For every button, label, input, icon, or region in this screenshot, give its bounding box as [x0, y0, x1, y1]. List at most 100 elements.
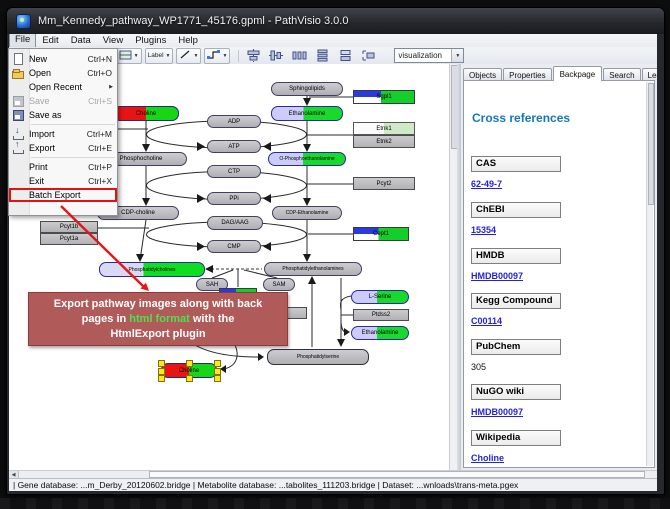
pathway-node-atp[interactable]: ATP: [207, 140, 261, 153]
menu-separator: [31, 124, 115, 125]
crossref-link-c00114[interactable]: C00114: [471, 316, 502, 326]
selection-handle[interactable]: [214, 368, 221, 375]
pathway-node-sgpl1[interactable]: Sgpl1: [353, 90, 415, 104]
crossref-link-62-49-7[interactable]: 62-49-7: [471, 179, 502, 189]
scrollbar-thumb[interactable]: [648, 83, 654, 205]
section-header: HMDB: [471, 248, 561, 264]
connector-tool-button[interactable]: ▼: [204, 48, 230, 64]
pathway-node-pcyt2[interactable]: Pcyt2: [353, 177, 415, 190]
gene-tool-button[interactable]: ▼: [116, 48, 142, 64]
menu-item-icon-empty: [12, 161, 25, 173]
pathway-node-ppi[interactable]: PPi: [207, 192, 261, 205]
selection-handle[interactable]: [214, 360, 221, 367]
pathway-node-adp[interactable]: ADP: [207, 115, 261, 128]
pathway-node-pcyt1b[interactable]: Pcyt1b: [40, 221, 98, 233]
align-middle-icon[interactable]: [267, 48, 286, 64]
line-tool-button[interactable]: ▼: [176, 48, 201, 64]
pathway-node-dag-aag[interactable]: DAG/AAG: [207, 216, 263, 230]
pathway-node-ptdss2[interactable]: Ptdss2: [353, 309, 409, 321]
file-menu-item-exit[interactable]: ExitCtrl+X: [9, 174, 117, 188]
menu-item-icon-empty: [12, 81, 25, 93]
pathway-node-ctp[interactable]: CTP: [207, 165, 261, 178]
distribute-vertical-icon[interactable]: [313, 48, 332, 64]
file-menu-item-save[interactable]: SaveCtrl+S: [9, 94, 117, 108]
window-title: Mm_Kennedy_pathway_WP1771_45176.gpml - P…: [38, 15, 348, 27]
file-menu-item-export[interactable]: ExportCtrl+E: [9, 141, 117, 155]
label-tool-button[interactable]: Label ▼: [145, 48, 174, 64]
pathway-node-ethanolamine[interactable]: Ethanolamine: [351, 326, 409, 340]
file-menu-item-save-as[interactable]: Save as: [9, 108, 117, 122]
align-center-icon[interactable]: [244, 48, 263, 64]
menubar-item-edit[interactable]: Edit: [36, 34, 64, 47]
file-menu-item-new[interactable]: NewCtrl+N: [9, 52, 117, 66]
chevron-down-icon[interactable]: ▼: [451, 49, 463, 62]
title-bar[interactable]: Mm_Kennedy_pathway_WP1771_45176.gpml - P…: [7, 8, 664, 34]
selection-handle[interactable]: [158, 360, 165, 367]
line-tool-icon: [179, 49, 191, 62]
pathway-node-etnk2[interactable]: Etnk2: [353, 135, 415, 148]
ungroup-icon[interactable]: [359, 48, 378, 64]
menubar-item-data[interactable]: Data: [65, 34, 97, 47]
pathway-node-phosphatidylserine[interactable]: Phosphatidylserine: [267, 349, 369, 365]
menubar-item-view[interactable]: View: [97, 34, 129, 47]
selection-handle[interactable]: [186, 360, 193, 367]
toolbar-separator: [238, 50, 239, 62]
pathway-node-choline[interactable]: Choline: [113, 106, 179, 121]
menu-item-label: Open: [29, 68, 87, 78]
submenu-arrow-icon: ▶: [109, 84, 113, 90]
pathway-node-cmp[interactable]: CMP: [207, 240, 261, 253]
file-menu-item-batch-export[interactable]: Batch Export: [9, 188, 117, 202]
scrollbar-thumb[interactable]: [149, 471, 645, 478]
chevron-down-icon[interactable]: ▼: [134, 53, 139, 59]
backpage-section-chebi: ChEBI 15354: [471, 202, 561, 238]
pathway-node-sam[interactable]: SAM: [263, 278, 295, 291]
file-menu-item-import[interactable]: ImportCtrl+M: [9, 127, 117, 141]
file-menu-item-open-recent[interactable]: Open Recent▶: [9, 80, 117, 94]
crossref-link-15354[interactable]: 15354: [471, 225, 496, 235]
pathway-node-pcyt1a[interactable]: Pcyt1a: [40, 233, 98, 245]
menu-item-label: Save as: [29, 110, 117, 120]
status-bar: | Gene database: ...m_Derby_20120602.bri…: [9, 478, 657, 491]
crossref-link-hmdb00097[interactable]: HMDB00097: [471, 271, 523, 281]
distribute-horizontal-icon[interactable]: [290, 48, 309, 64]
pathway-node-cept1[interactable]: Cept1: [353, 227, 409, 241]
chevron-down-icon[interactable]: ▼: [193, 53, 198, 59]
pathway-node-phosphatidylethanolamines[interactable]: Phosphatidylethanolamines: [264, 262, 362, 276]
desktop-edge: [0, 498, 670, 509]
selection-handle[interactable]: [186, 375, 193, 382]
menu-item-shortcut: Ctrl+O: [87, 68, 117, 78]
crossref-link-choline[interactable]: Choline: [471, 453, 504, 463]
stack-vertical-icon[interactable]: [336, 48, 355, 64]
alignment-icon-group: [244, 48, 382, 64]
pathway-node-ethanolamine[interactable]: Ethanolamine: [271, 106, 343, 121]
panel-scrollbar[interactable]: [646, 82, 653, 466]
section-header: ChEBI: [471, 202, 561, 218]
menu-item-icon-empty: [12, 175, 25, 187]
tab-backpage[interactable]: Backpage: [553, 66, 603, 81]
selection-handle[interactable]: [214, 375, 221, 382]
export-icon: [12, 142, 25, 154]
chevron-down-icon[interactable]: ▼: [166, 53, 171, 59]
menubar-item-file[interactable]: File: [9, 34, 36, 48]
export-callout-box: Export pathway images along with back pa…: [28, 292, 288, 346]
pathway-node-etnk1[interactable]: Etnk1: [353, 122, 415, 135]
new-file-icon: [12, 53, 25, 65]
pathway-node-o-phosphoethanolamine[interactable]: O-Phosphoethanolamine: [268, 152, 346, 166]
menubar-item-help[interactable]: Help: [172, 34, 204, 47]
selection-handle[interactable]: [158, 368, 165, 375]
selection-handle[interactable]: [158, 375, 165, 382]
save-as-icon: [12, 109, 25, 121]
pathway-node-phosphatidylcholines[interactable]: Phosphatidylcholines: [99, 262, 205, 277]
label-tool-text: Label: [148, 52, 164, 59]
visualization-combobox[interactable]: visualization ▼: [394, 48, 464, 63]
file-menu-item-open[interactable]: OpenCtrl+O: [9, 66, 117, 80]
crossref-link-hmdb00097[interactable]: HMDB00097: [471, 407, 523, 417]
chevron-down-icon[interactable]: ▼: [222, 53, 227, 59]
callout-line-2: pages in html format with the: [29, 312, 287, 327]
file-menu-item-print[interactable]: PrintCtrl+P: [9, 160, 117, 174]
pathway-node-cdp-ethanolamine[interactable]: CDP-Ethanolamine: [272, 206, 342, 220]
menubar-item-plugins[interactable]: Plugins: [129, 34, 172, 47]
pathway-node-sphingolipids[interactable]: Sphingolipids: [271, 82, 343, 96]
pathway-node-l-serine[interactable]: L-Serine: [351, 290, 409, 304]
menu-item-label: New: [29, 54, 88, 64]
